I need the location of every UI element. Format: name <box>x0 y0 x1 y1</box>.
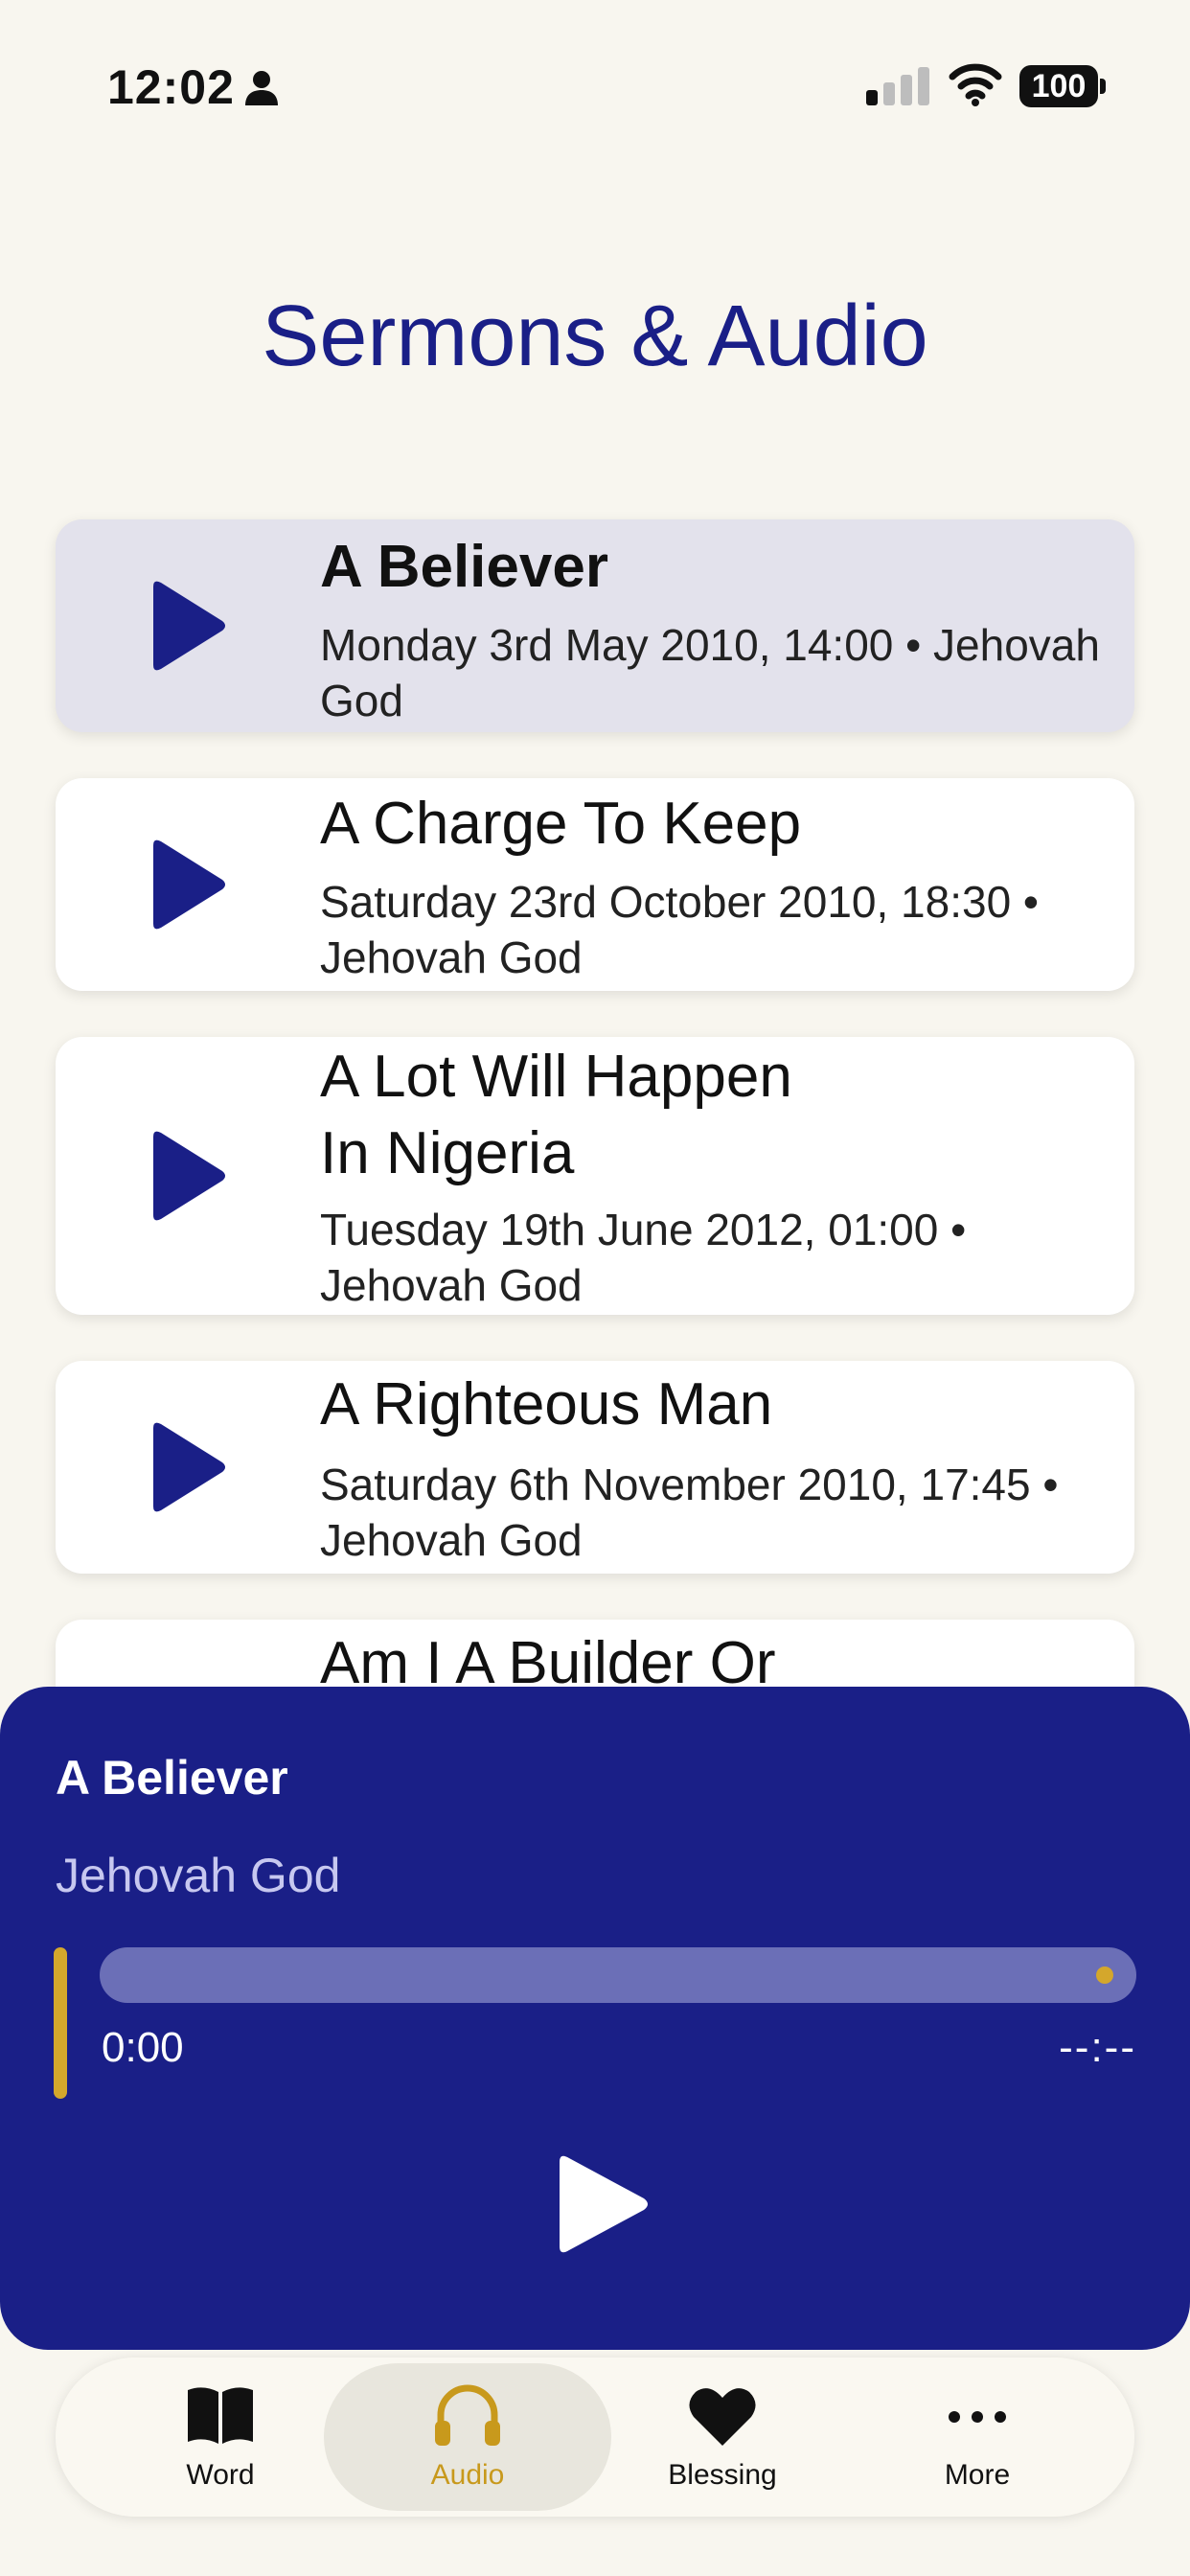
sermon-meta: Saturday 6th November 2010, 17:45 • Jeho… <box>320 1460 1059 1565</box>
tab-audio[interactable]: Audio <box>324 2358 611 2517</box>
sermon-item[interactable]: A Righteous Man Saturday 6th November 20… <box>56 1361 1134 1574</box>
tab-label: More <box>944 2459 1011 2491</box>
tab-label: Blessing <box>668 2459 777 2491</box>
sermon-item[interactable]: A Lot Will Happen In Nigeria Tuesday 19t… <box>56 1037 1134 1315</box>
tab-bar: Word Audio Blessing More <box>56 2358 1134 2517</box>
wifi-icon <box>949 63 1002 106</box>
play-icon[interactable] <box>132 1123 238 1229</box>
sermon-item[interactable]: A Charge To Keep Saturday 23rd October 2… <box>56 778 1134 991</box>
status-time: 12:02 <box>107 60 235 114</box>
progress-thumb[interactable] <box>1096 1966 1113 1984</box>
total-time: --:-- <box>1059 2024 1136 2071</box>
signal-icon <box>866 67 929 105</box>
person-icon <box>245 71 278 105</box>
sermon-title: A Charge To Keep <box>320 791 802 857</box>
now-playing-panel: A Believer Jehovah God 0:00 --:-- <box>0 1687 1190 2350</box>
headphones-icon <box>435 2384 500 2446</box>
tab-word[interactable]: Word <box>105 2358 335 2517</box>
tab-blessing[interactable]: Blessing <box>607 2358 837 2517</box>
sermon-meta: Monday 3rd May 2010, 14:00 • Jehovah God <box>320 620 1100 725</box>
tab-label: Word <box>186 2459 255 2491</box>
play-icon[interactable] <box>132 573 238 678</box>
player-artist: Jehovah God <box>56 1849 341 1902</box>
book-icon <box>188 2387 253 2444</box>
more-icon <box>949 2411 1006 2423</box>
accent-bar <box>54 1947 67 2099</box>
current-time: 0:00 <box>102 2024 184 2071</box>
sermon-item[interactable]: A Believer Monday 3rd May 2010, 14:00 • … <box>56 519 1134 732</box>
status-bar: 12:02 100 <box>0 0 1190 172</box>
progress-slider[interactable] <box>100 1947 1136 2003</box>
play-button[interactable] <box>540 2147 655 2262</box>
heart-icon <box>689 2388 756 2446</box>
sermon-title: A Lot Will Happen In Nigeria <box>320 1044 792 1186</box>
sermon-meta: Tuesday 19th June 2012, 01:00 • Jehovah … <box>320 1205 967 1310</box>
play-icon[interactable] <box>132 832 238 937</box>
battery-level: 100 <box>1019 65 1098 107</box>
sermon-title: A Righteous Man <box>320 1371 773 1438</box>
play-icon[interactable] <box>132 1414 238 1520</box>
player-title: A Believer <box>56 1751 288 1805</box>
battery-indicator: 100 <box>1019 65 1106 107</box>
sermon-title: A Believer <box>320 534 608 600</box>
tab-more[interactable]: More <box>862 2358 1092 2517</box>
sermon-meta: Saturday 23rd October 2010, 18:30 • Jeho… <box>320 877 1040 982</box>
tab-label: Audio <box>430 2459 505 2491</box>
page-title: Sermons & Audio <box>262 288 928 384</box>
